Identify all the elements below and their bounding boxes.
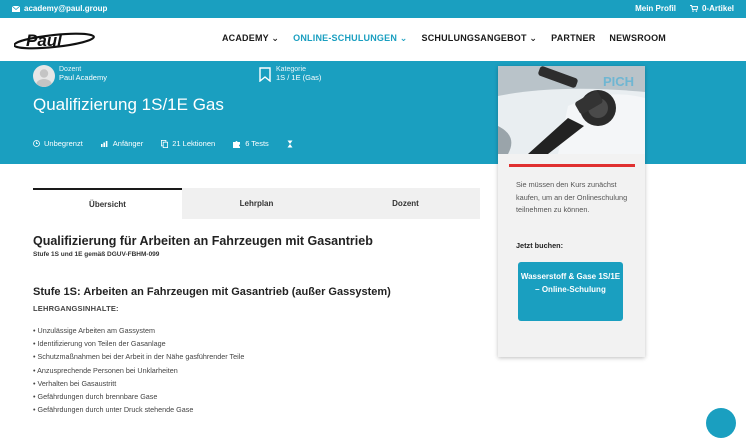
content-subheading: Stufe 1S und 1E gemäß DGUV-FBHM-099: [33, 251, 160, 258]
accent-divider: [509, 164, 635, 167]
svg-text:Paul: Paul: [26, 31, 63, 50]
clock-icon: [33, 140, 40, 147]
lessons-stat: 21 Lektionen: [161, 139, 215, 148]
category-name[interactable]: 1S / 1E (Gas): [276, 73, 321, 82]
mail-icon: [12, 5, 20, 12]
contents-label: LEHRGANGSINHALTE:: [33, 304, 119, 313]
content-heading: Qualifizierung für Arbeiten an Fahrzeuge…: [33, 234, 373, 248]
contents-list: • Unzulässige Arbeiten am Gassystem • Id…: [33, 324, 244, 416]
list-item: • Anzusprechende Personen bei Unklarheit…: [33, 365, 178, 375]
cart-text: 0-Artikel: [701, 4, 734, 13]
tab-uebersicht[interactable]: Übersicht: [33, 188, 182, 219]
nav-online-schulungen[interactable]: ONLINE-SCHULUNGEN ⌄: [293, 33, 407, 44]
duration-stat: Unbegrenzt: [33, 139, 83, 148]
nav-newsroom[interactable]: NEWSROOM: [609, 33, 666, 44]
course-image: PICH: [498, 66, 645, 154]
list-item: • Schutzmaßnahmen bei der Arbeit in der …: [33, 352, 245, 362]
course-tabs: Übersicht Lehrplan Dozent: [33, 188, 480, 219]
nav-partner[interactable]: PARTNER: [551, 33, 595, 44]
buy-course-button[interactable]: Wasserstoff & Gase 1S/1E – Online-Schulu…: [518, 262, 623, 321]
chat-bubble-button[interactable]: [706, 408, 736, 438]
top-bar: academy@paul.group Mein Profil 0-Artikel: [0, 0, 746, 18]
stage-heading: Stufe 1S: Arbeiten an Fahrzeugen mit Gas…: [33, 286, 391, 298]
level-bars-icon: [100, 141, 108, 147]
list-item: • Verhalten bei Gasaustritt: [33, 378, 117, 388]
puzzle-icon: [233, 140, 241, 148]
tab-lehrplan[interactable]: Lehrplan: [182, 188, 331, 219]
instructor-label: Dozent: [59, 66, 82, 73]
hourglass-icon: [287, 140, 293, 147]
cart-link[interactable]: 0-Artikel: [689, 4, 734, 13]
profile-link[interactable]: Mein Profil: [635, 4, 676, 13]
email-link[interactable]: academy@paul.group: [12, 4, 107, 13]
list-item: • Gefährdungen durch unter Druck stehend…: [33, 405, 194, 415]
purchase-info-text: Sie müssen den Kurs zunächst kaufen, um …: [516, 180, 628, 214]
level-stat: Anfänger: [100, 139, 143, 148]
nav-schulungsangebot[interactable]: SCHULUNGSANGEBOT ⌄: [422, 33, 538, 44]
nav-academy[interactable]: ACADEMY ⌄: [222, 33, 279, 44]
purchase-sidebar: PICH Sie müssen den Kurs zunächst kaufen…: [498, 66, 645, 357]
email-text: academy@paul.group: [24, 4, 108, 13]
list-item: • Unzulässige Arbeiten am Gassystem: [33, 326, 155, 335]
bookmark-icon: [259, 67, 271, 82]
hourglass-stat: [287, 140, 293, 148]
main-navigation: Paul ACADEMY ⌄ ONLINE-SCHULUNGEN ⌄ SCHUL…: [0, 18, 746, 61]
tests-stat: 6 Tests: [233, 139, 269, 148]
svg-text:PICH: PICH: [603, 74, 634, 89]
course-stats: Unbegrenzt Anfänger 21 Lektionen 6 Tests: [33, 139, 293, 148]
buy-now-label: Jetzt buchen:: [516, 241, 564, 250]
instructor-info: Dozent Paul Academy: [59, 66, 107, 82]
list-item: • Identifizierung von Teilen der Gasanla…: [33, 339, 166, 349]
cart-icon: [689, 5, 698, 12]
copy-icon: [161, 139, 169, 148]
paul-logo[interactable]: Paul: [14, 29, 96, 51]
list-item: • Gefährdungen durch brennbare Gase: [33, 392, 158, 402]
category-info: Kategorie 1S / 1E (Gas): [276, 66, 321, 82]
instructor-name[interactable]: Paul Academy: [59, 73, 107, 82]
page-title: Qualifizierung 1S/1E Gas: [33, 95, 224, 114]
tab-dozent[interactable]: Dozent: [331, 188, 480, 219]
category-label: Kategorie: [276, 66, 306, 73]
avatar: [33, 65, 55, 87]
